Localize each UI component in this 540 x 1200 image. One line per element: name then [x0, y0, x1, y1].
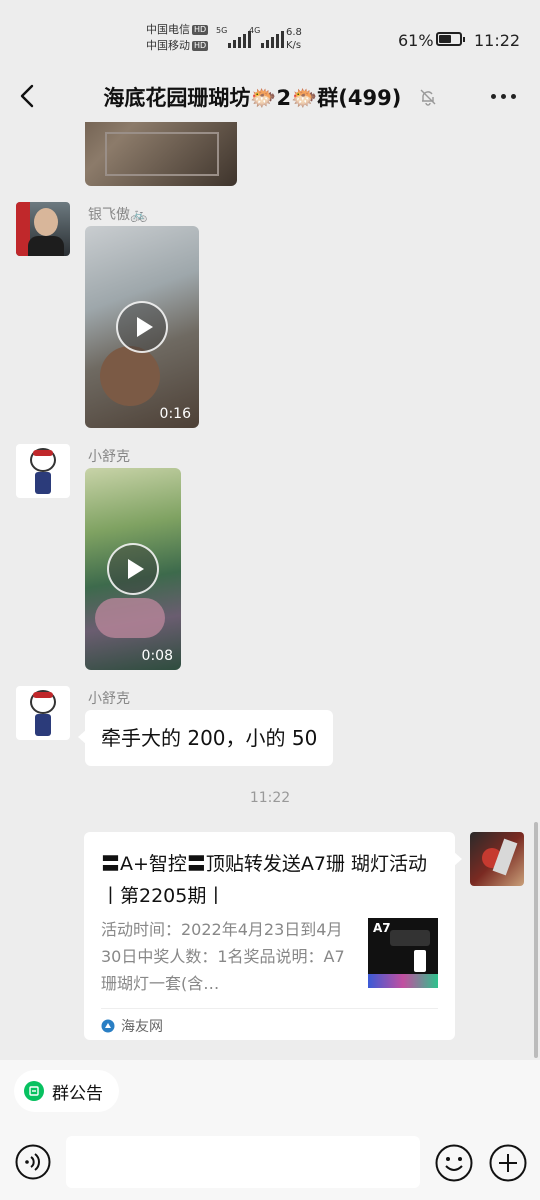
status-time: 11:22: [474, 31, 521, 50]
battery-icon: [436, 32, 465, 46]
link-card-source: 海友网: [101, 1016, 163, 1036]
signal-icon: 5G: [216, 26, 251, 48]
avatar[interactable]: [16, 686, 70, 740]
network-2-label: 4G: [249, 26, 261, 35]
more-functions-button[interactable]: [489, 1144, 527, 1182]
message-input[interactable]: [66, 1136, 420, 1188]
link-card-message[interactable]: 〓A+智控〓顶贴转发送A7珊 瑚灯活动丨第2205期丨 活动时间：2022年4月…: [84, 832, 462, 1040]
emoji-button[interactable]: [435, 1144, 473, 1182]
video-thumbnail: [100, 346, 160, 406]
plus-circle-icon: [489, 1144, 527, 1182]
carrier-2: 中国移动: [146, 39, 190, 52]
more-options-button[interactable]: [491, 94, 516, 99]
chat-header: 海底花园珊瑚坊🐡2🐡群(499): [0, 70, 540, 122]
video-message[interactable]: 0:08: [85, 468, 181, 670]
link-card-description: 活动时间：2022年4月23日到4月30日中奖人数：1名奖品说明：A7珊瑚灯一套…: [101, 920, 345, 993]
status-bar: 中国电信 HD 中国移动 HD 5G 4G 6.8 K/s 61% 11:22: [0, 0, 540, 70]
sender-name: 小舒克: [88, 449, 130, 465]
message-list[interactable]: 银飞傲🚲 0:16 小舒克 0:08 小舒克 牵手大的 200，小的 50 11…: [0, 122, 540, 1060]
hd-badge: HD: [192, 41, 209, 51]
play-icon: [107, 543, 159, 595]
thumb-label: A7: [373, 921, 391, 935]
input-bar: 群公告: [0, 1060, 540, 1200]
text-message[interactable]: 牵手大的 200，小的 50: [77, 710, 334, 766]
video-message[interactable]: [85, 122, 237, 186]
more-dots-icon: [491, 94, 496, 99]
hd-badge: HD: [192, 25, 209, 35]
link-card-title: 〓A+智控〓顶贴转发送A7珊 瑚灯活动丨第2205期丨: [101, 853, 428, 907]
chat-title-wrap: 海底花园珊瑚坊🐡2🐡群(499): [0, 82, 540, 112]
bell-off-icon: [419, 87, 437, 111]
more-dot: [511, 94, 516, 99]
network-speed: 6.8 K/s: [286, 26, 302, 52]
speed-value: 6.8: [286, 27, 302, 38]
voice-icon: [15, 1144, 51, 1180]
more-dot: [501, 94, 506, 99]
link-card-thumbnail: A7: [368, 918, 438, 988]
emoji-icon: [435, 1144, 473, 1182]
sender-name: 小舒克: [88, 691, 130, 707]
battery-percent: 61%: [398, 31, 434, 50]
link-card-source-name: 海友网: [121, 1019, 163, 1035]
video-duration: 0:16: [159, 406, 191, 422]
group-notice-button[interactable]: 群公告: [14, 1070, 119, 1112]
video-message[interactable]: 0:16: [85, 226, 199, 428]
divider: [101, 1008, 438, 1009]
video-thumbnail: [95, 598, 165, 638]
carrier-1: 中国电信: [146, 23, 190, 36]
avatar[interactable]: [470, 832, 524, 886]
source-logo-icon: [101, 1019, 115, 1033]
network-1-label: 5G: [216, 26, 228, 35]
chat-title: 海底花园珊瑚坊🐡2🐡群(499): [103, 86, 402, 110]
avatar[interactable]: [16, 202, 70, 256]
avatar[interactable]: [16, 444, 70, 498]
message-timestamp: 11:22: [249, 790, 291, 806]
video-duration: 0:08: [141, 648, 173, 664]
voice-button[interactable]: [15, 1144, 51, 1180]
scrollbar[interactable]: [534, 822, 538, 1058]
speed-unit: K/s: [286, 40, 302, 51]
video-thumbnail: [105, 132, 219, 176]
carrier-info: 中国电信 HD 中国移动 HD: [146, 22, 209, 54]
signal-icon: 4G: [249, 26, 284, 48]
notice-icon: [24, 1081, 44, 1101]
play-icon: [116, 301, 168, 353]
sender-name: 银飞傲🚲: [88, 207, 148, 223]
group-notice-label: 群公告: [52, 1083, 103, 1104]
